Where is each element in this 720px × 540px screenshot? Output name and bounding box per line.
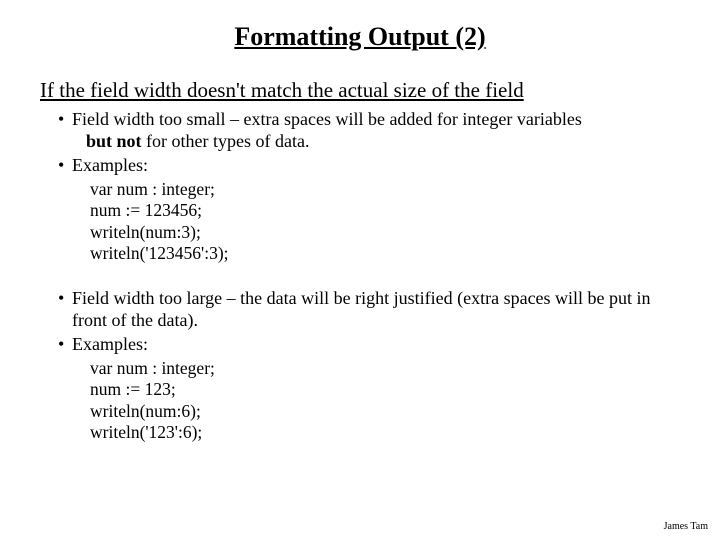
page-title: Formatting Output (2) xyxy=(40,22,680,52)
bullet-text: Field width too large – the data will be… xyxy=(72,288,651,330)
bullet-list-1: Field width too small – extra spaces wil… xyxy=(58,109,680,177)
code-line: writeln('123':6); xyxy=(90,422,680,443)
code-line: num := 123; xyxy=(90,379,680,400)
list-item: Field width too large – the data will be… xyxy=(58,288,680,332)
code-line: writeln(num:6); xyxy=(90,401,680,422)
bullet-list-2: Field width too large – the data will be… xyxy=(58,288,680,356)
bullet-text: Field width too small – extra spaces wil… xyxy=(72,109,582,129)
list-item: Examples: xyxy=(58,334,680,356)
code-line: writeln('123456':3); xyxy=(90,243,680,264)
emphasis: but not xyxy=(86,131,142,151)
code-line: var num : integer; xyxy=(90,358,680,379)
bullet-text: Examples: xyxy=(72,334,148,354)
bullet-text-line2: but not for other types of data. xyxy=(72,131,680,153)
code-line: num := 123456; xyxy=(90,200,680,221)
code-block-1: var num : integer; num := 123456; writel… xyxy=(90,179,680,264)
code-block-2: var num : integer; num := 123; writeln(n… xyxy=(90,358,680,443)
slide: Formatting Output (2) If the field width… xyxy=(0,0,720,540)
footer-author: James Tam xyxy=(664,521,708,532)
spacer xyxy=(40,276,680,288)
list-item: Field width too small – extra spaces wil… xyxy=(58,109,680,153)
bullet-text-rest: for other types of data. xyxy=(142,131,310,151)
list-item: Examples: xyxy=(58,155,680,177)
code-line: writeln(num:3); xyxy=(90,222,680,243)
code-line: var num : integer; xyxy=(90,179,680,200)
bullet-text: Examples: xyxy=(72,155,148,175)
lead-sentence: If the field width doesn't match the act… xyxy=(40,78,680,103)
